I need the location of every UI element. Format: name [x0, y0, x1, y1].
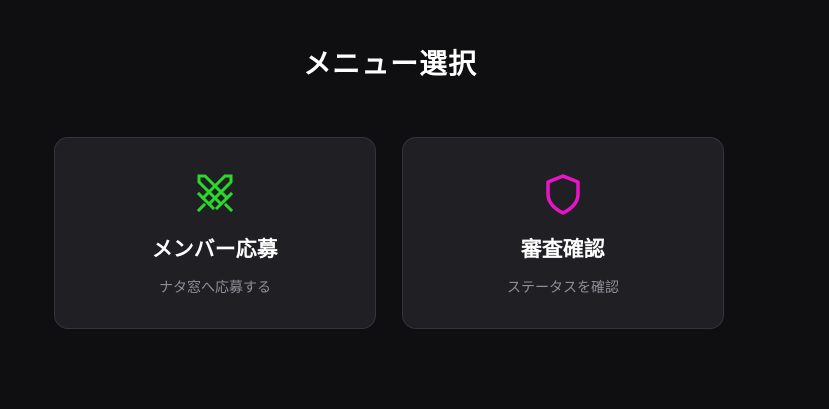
crossed-swords-icon — [55, 172, 375, 216]
card-description: ナタ窓へ応募する — [159, 280, 271, 296]
shield-icon — [403, 172, 723, 216]
card-title: メンバー応募 — [152, 237, 278, 261]
review-status-card[interactable]: 審査確認 ステータスを確認 — [402, 137, 724, 329]
menu-page: メニュー選択 メンバー応募 ナタ窓へ応募する 審査確認 ステータスを確認 — [0, 0, 829, 409]
card-title: 審査確認 — [521, 237, 605, 261]
page-title: メニュー選択 — [303, 47, 478, 80]
card-description: ステータスを確認 — [507, 280, 619, 296]
apply-member-card[interactable]: メンバー応募 ナタ窓へ応募する — [54, 137, 376, 329]
